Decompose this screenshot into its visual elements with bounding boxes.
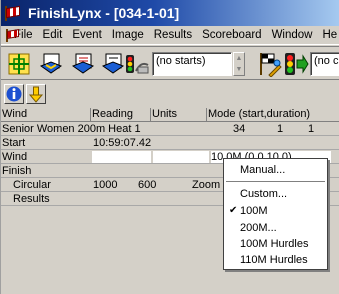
spin-down-icon[interactable]: ▼ — [234, 64, 244, 75]
spin-up-icon[interactable]: ▲ — [234, 53, 244, 64]
menu-bar: File Edit Event Image Results Scoreboard… — [1, 26, 339, 45]
menu-separator — [226, 181, 325, 182]
mode-duration-value: 1 — [277, 123, 284, 135]
menu-item-100m[interactable]: ✔ 100M — [224, 203, 327, 219]
menu-item-custom[interactable]: Custom... — [224, 186, 327, 202]
wind-mode-context-menu: Manual... Custom... ✔ 100M 200M... 100M … — [223, 158, 328, 270]
info-icon — [6, 86, 22, 102]
flag-wrench-icon[interactable] — [257, 51, 283, 77]
open-results-icon[interactable] — [70, 51, 96, 77]
down-arrow-icon — [28, 86, 44, 103]
row-label: Circular — [13, 179, 51, 191]
col-header-reading[interactable]: Reading — [91, 108, 151, 122]
menu-results[interactable]: Results — [149, 29, 197, 41]
menu-item-200m[interactable]: 200M... — [224, 220, 327, 236]
table-row[interactable]: Start 10:59:07.42 — [1, 137, 339, 150]
menu-image[interactable]: Image — [107, 29, 149, 41]
col-header-units[interactable]: Units — [151, 108, 207, 122]
starts-spinner[interactable]: ▲ ▼ — [233, 52, 245, 76]
save-results-icon[interactable] — [100, 51, 126, 77]
table-row[interactable]: Senior Women 200m Heat 1 34 1 1 — [1, 123, 339, 136]
menu-help[interactable]: He — [317, 29, 339, 41]
start-sensor-icon[interactable] — [124, 51, 150, 77]
menu-window[interactable]: Window — [267, 29, 318, 41]
wind-units-cell[interactable] — [153, 151, 209, 163]
main-toolbar: (no starts) ▲▼ (no ca — [1, 46, 339, 80]
menu-scoreboard[interactable]: Scoreboard — [197, 29, 266, 41]
app-window: FinishLynx - [034-1-01] File Edit Event … — [0, 0, 339, 294]
row-label: Start — [2, 137, 26, 149]
col-header-mode[interactable]: Mode (start,duration) — [207, 108, 339, 122]
checkmark-icon: ✔ — [229, 205, 238, 216]
menu-item-100m-label: 100M — [240, 205, 268, 217]
light-arrow-icon[interactable] — [283, 51, 309, 77]
start-time-value: 10:59:07.42 — [93, 137, 152, 149]
wind-reading-cell[interactable] — [92, 151, 151, 163]
open-event-icon[interactable] — [38, 51, 64, 77]
sort-down-button[interactable] — [26, 84, 46, 104]
row-label: Wind — [2, 151, 28, 163]
circular-units-value: 600 — [138, 179, 157, 191]
row-label: Results — [13, 193, 50, 205]
title-bar[interactable]: FinishLynx - [034-1-01] — [1, 0, 339, 26]
zoom-label: Zoom — [192, 179, 221, 191]
window-title: FinishLynx - [034-1-01] — [28, 5, 180, 21]
camera-combo[interactable]: (no ca — [310, 52, 339, 76]
menu-item-110m-hurdles[interactable]: 110M Hurdles — [224, 252, 327, 268]
row-label: Senior Women 200m Heat 1 — [2, 123, 141, 135]
mode-extra-value: 1 — [308, 123, 315, 135]
circular-reading-value: 1000 — [93, 179, 118, 191]
secondary-toolbar — [1, 82, 339, 108]
info-button[interactable] — [4, 84, 24, 104]
grid-header: Wind Reading Units Mode (start,duration) — [1, 108, 339, 122]
capture-target-icon[interactable] — [6, 51, 32, 77]
mode-start-value: 34 — [233, 123, 246, 135]
col-header-wind[interactable]: Wind — [1, 108, 91, 122]
finishlynx-flag-icon — [5, 5, 23, 21]
menu-edit[interactable]: Edit — [38, 29, 68, 41]
row-label: Finish — [2, 165, 32, 177]
menu-event[interactable]: Event — [67, 29, 106, 41]
menu-item-manual[interactable]: Manual... — [224, 162, 327, 178]
menu-item-100m-hurdles[interactable]: 100M Hurdles — [224, 236, 327, 252]
starts-combo[interactable]: (no starts) — [152, 52, 232, 76]
